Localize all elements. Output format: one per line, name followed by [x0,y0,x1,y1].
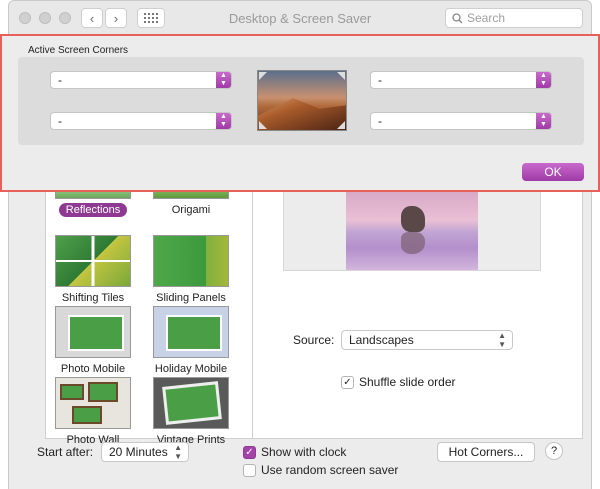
chevron-updown-icon: ▲ ▼ [216,72,231,88]
shuffle-checkbox[interactable]: ✓ Shuffle slide order [341,375,456,389]
screen-saver-label: Origami [171,204,211,216]
help-button[interactable]: ? [545,442,563,460]
top-right-corner-select[interactable]: - ▲ ▼ [370,71,552,89]
screen-saver-holiday-mobile[interactable]: Holiday Mobile [145,306,237,376]
hot-corners-button[interactable]: Hot Corners... [437,442,535,462]
chevron-updown-icon: ▲ ▼ [498,331,506,349]
photo-wall-thumbnail [55,377,131,429]
screen-saver-photo-mobile[interactable]: Photo Mobile [47,306,139,376]
bottom-right-corner-value: - [378,114,382,128]
top-left-corner-select[interactable]: - ▲ ▼ [50,71,232,89]
title-bar: ‹ › Desktop & Screen Saver Search [9,1,591,37]
source-select[interactable]: Landscapes ▲ ▼ [341,330,513,350]
preview-rock-shape [401,206,425,232]
checkmark-icon: ✓ [341,375,354,389]
screen-saver-preview [283,191,541,271]
shuffle-label: Shuffle slide order [359,375,456,389]
screen-saver-label: Sliding Panels [156,292,226,304]
top-right-corner-value: - [378,73,382,87]
photo-mobile-thumbnail [55,306,131,358]
start-after-select[interactable]: 20 Minutes ▲ ▼ [101,442,189,462]
screen-saver-label: Shifting Tiles [61,292,125,304]
bottom-left-corner-select[interactable]: - ▲ ▼ [50,112,232,130]
search-field[interactable]: Search [445,8,583,28]
preview-rock-reflection [401,232,425,254]
random-saver-checkbox[interactable]: Use random screen saver [243,463,398,477]
chevron-updown-icon: ▲ ▼ [216,113,231,129]
chevron-updown-icon: ▲ ▼ [174,443,182,461]
source-value: Landscapes [349,333,414,347]
active-screen-corners-label: Active Screen Corners [28,45,129,56]
show-clock-label: Show with clock [261,445,347,459]
sliding-panels-thumbnail [153,235,229,287]
holiday-mobile-thumbnail [153,306,229,358]
screen-saver-vintage-prints[interactable]: Vintage Prints [145,377,237,447]
checkmark-icon: ✓ [243,445,256,459]
source-label: Source: [293,333,335,347]
hot-corners-sheet: Active Screen Corners - ▲ ▼ - ▲ ▼ - ▲ ▼ - ▲… [0,34,600,192]
top-left-corner-marker [259,72,267,80]
search-placeholder: Search [467,11,506,25]
start-after-value: 20 Minutes [109,445,168,459]
screen-saver-photo-wall[interactable]: Photo Wall [47,377,139,447]
landscape-preview-image [346,192,478,270]
random-saver-label: Use random screen saver [261,463,399,477]
chevron-updown-icon: ▲ ▼ [536,72,551,88]
screen-saver-sliding-panels[interactable]: Sliding Panels [145,235,237,305]
start-after-label: Start after: [37,445,94,459]
bottom-right-corner-select[interactable]: - ▲ ▼ [370,112,552,130]
ok-button[interactable]: OK [522,163,584,181]
screen-saver-label: Photo Mobile [60,363,126,375]
screen-saver-shifting-tiles[interactable]: Shifting Tiles [47,235,139,305]
top-left-corner-value: - [58,73,62,87]
chevron-updown-icon: ▲ ▼ [536,113,551,129]
bottom-right-corner-marker [337,121,345,129]
preview-dune-shape [258,98,346,130]
search-icon [452,12,463,23]
empty-checkbox-icon [243,463,256,477]
screen-saver-label: Holiday Mobile [154,363,228,375]
screen-saver-label: Reflections [58,203,128,217]
bottom-left-corner-value: - [58,114,62,128]
shifting-tiles-thumbnail [55,235,131,287]
show-clock-checkbox[interactable]: ✓ Show with clock [243,445,346,459]
vintage-prints-thumbnail [153,377,229,429]
bottom-left-corner-marker [259,121,267,129]
top-right-corner-marker [337,72,345,80]
desktop-preview-image [257,70,347,131]
